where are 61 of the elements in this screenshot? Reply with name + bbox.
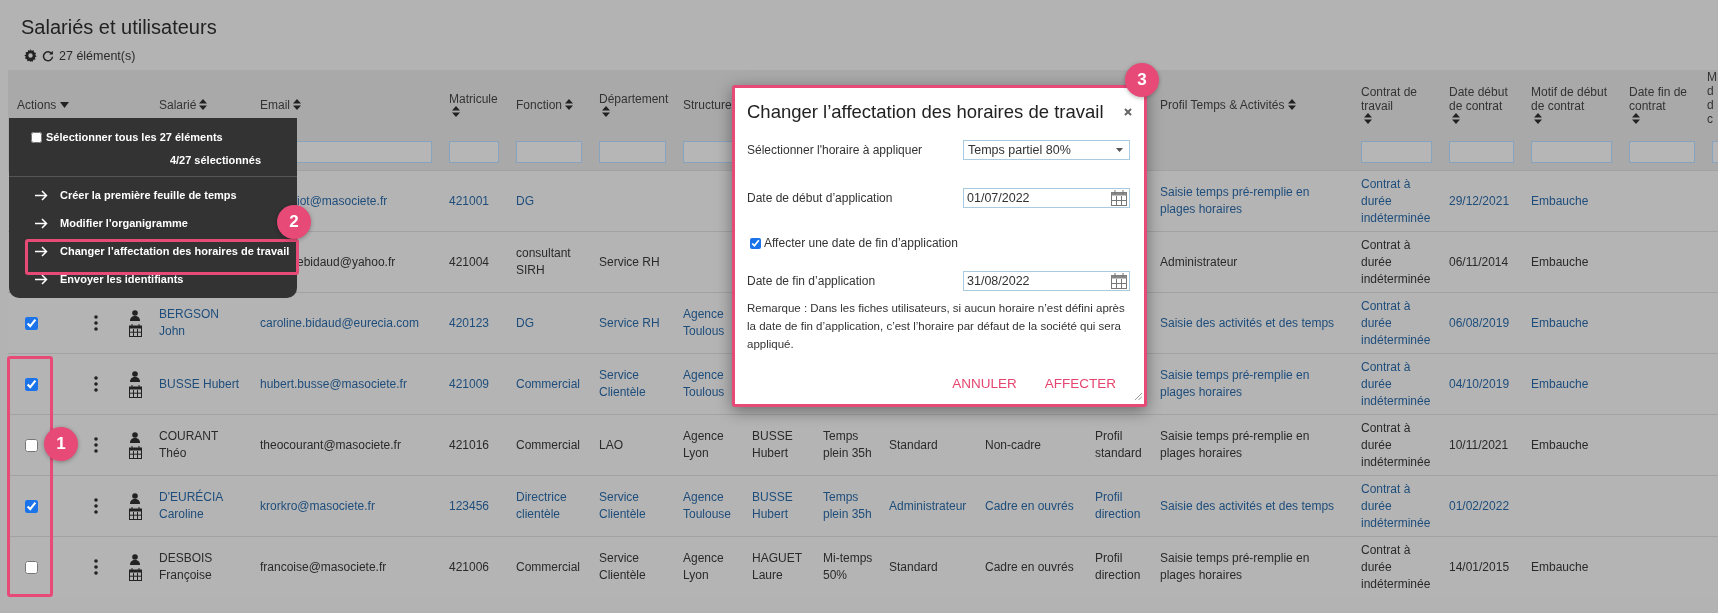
department: Service RH — [599, 253, 660, 271]
column-header: Email — [260, 98, 290, 112]
field-label: Date de début d’application — [747, 190, 894, 207]
structure: Agence Lyon — [683, 428, 725, 462]
column-header: Contrat de travail — [1361, 84, 1419, 113]
manager: BUSSE Hubert — [752, 428, 794, 462]
column-header: Matricule — [449, 91, 498, 106]
checkbox-label: Affecter une date de fin d’application — [764, 235, 958, 252]
department: LAO — [599, 436, 623, 454]
email-address: theocourant@masociete.fr — [260, 436, 401, 454]
selection-count: 4/27 sélectionnés — [169, 154, 261, 166]
work-schedule: Mi-temps 50% — [823, 550, 874, 584]
role: Standard — [889, 558, 938, 576]
work-schedule: Temps plein 35h — [823, 428, 873, 462]
manager: HAGUET Laure — [752, 550, 803, 584]
job-title: Commercial — [516, 558, 580, 576]
column-header: Fonction — [516, 98, 563, 112]
status: Cadre en ouvrés — [985, 558, 1074, 576]
field-label: Sélectionner l'horaire à appliquer — [747, 142, 924, 159]
contract-type: Contrat à durée indéterminée — [1361, 236, 1432, 288]
email-address: ebidaud@yahoo.fr — [297, 253, 396, 271]
start-reason: Embauche — [1531, 436, 1589, 454]
contract-start-date: 10/11/2021 — [1449, 436, 1509, 454]
contract-start-date: 14/01/2015 — [1449, 558, 1510, 576]
profile: Profil standard — [1095, 428, 1143, 462]
column-header: Salarié — [159, 98, 197, 112]
structure: Agence Lyon — [683, 550, 725, 584]
email-address: francoise@masociete.fr — [260, 558, 387, 576]
employee-name: COURANT Théo — [159, 428, 220, 462]
column-header: Date début de contrat — [1449, 84, 1509, 113]
job-title: consultant SIRH — [516, 245, 572, 279]
column-header: Structure — [683, 98, 732, 112]
step-badge: 3 — [1125, 63, 1159, 97]
dialog-title: Changer l’affectation des horaires de travail — [747, 100, 1104, 124]
time-profile: Administrateur — [1160, 253, 1238, 271]
contract-start-date: 06/11/2014 — [1449, 253, 1509, 271]
employee-number: 421016 — [449, 436, 490, 454]
role: Standard — [889, 436, 938, 454]
department: Service Clientèle — [599, 550, 647, 584]
employee-number: 421006 — [449, 558, 490, 576]
contract-type: Contrat à durée indéterminée — [1361, 541, 1432, 593]
column-header: Date fin de contrat — [1629, 84, 1689, 113]
job-title: Commercial — [516, 436, 580, 454]
start-reason: Embauche — [1531, 253, 1589, 271]
select-all-label: Sélectionner tous les 27 éléments — [46, 129, 223, 145]
page-title: Salariés et utilisateurs — [20, 15, 218, 39]
column-header: Profil Temps & Activités — [1160, 98, 1285, 112]
profile: Profil direction — [1095, 550, 1142, 584]
employee-number: 421004 — [449, 253, 490, 271]
time-profile: Saisie temps pré-remplie en plages horaires — [1160, 550, 1311, 584]
column-header: Motif de début de contrat — [1531, 84, 1609, 113]
remark-text: Remarque : Dans les fiches utilisateurs, si aucun horaire n’est défini après la date de fin d’application, c’est l’horaire par défaut de la société qui sera appliqué. — [747, 301, 1126, 352]
status: Non-cadre — [985, 436, 1042, 454]
item-count: 27 élément(s) — [59, 49, 136, 63]
start-reason: Embauche — [1531, 558, 1589, 576]
contract-type: Contrat à durée indéterminée — [1361, 419, 1432, 471]
field-label: Date de fin d’application — [747, 273, 877, 290]
time-profile: Saisie temps pré-remplie en plages horaires — [1160, 428, 1311, 462]
column-header: M d d c — [1707, 70, 1718, 126]
column-header: Département — [599, 91, 669, 106]
employee-name: DESBOIS Françoise — [159, 550, 214, 584]
